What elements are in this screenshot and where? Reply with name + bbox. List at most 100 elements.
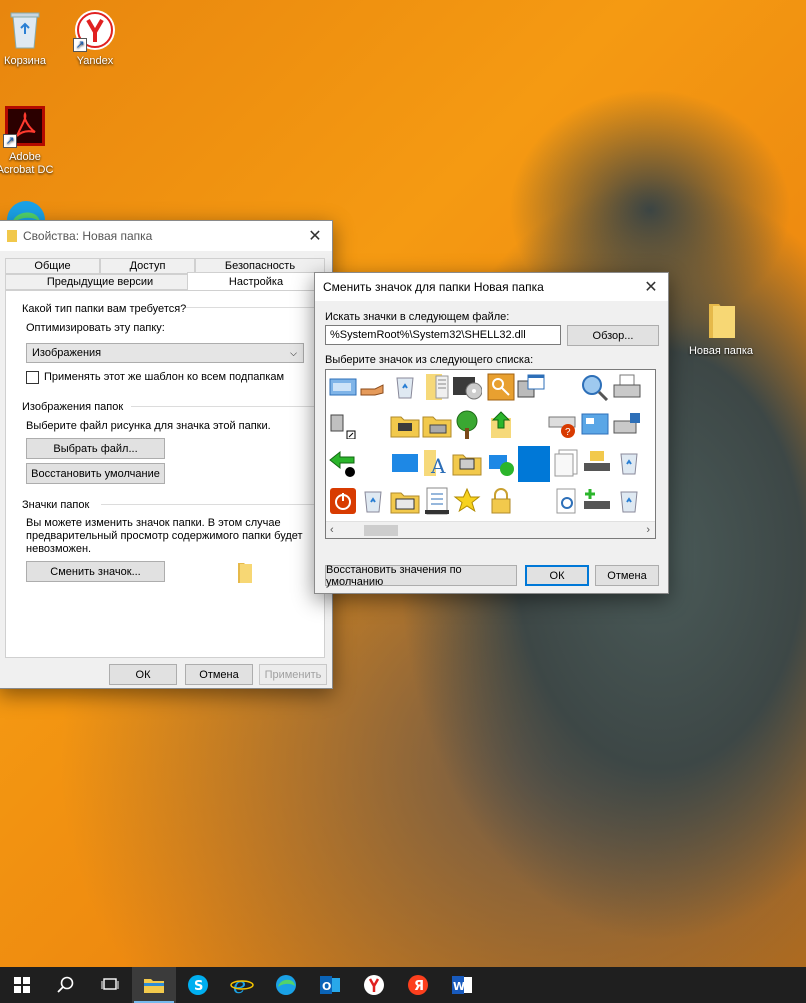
- apply-template-label: Применять этот же шаблон ко всем подпапк…: [44, 371, 285, 383]
- tab-customize[interactable]: Настройка: [187, 272, 325, 290]
- group-divider: [131, 406, 321, 407]
- browse-button[interactable]: Обзор...: [567, 325, 659, 346]
- computer-window-icon[interactable]: [516, 372, 546, 402]
- change-icon-button[interactable]: Сменить значок...: [26, 561, 165, 582]
- cd-drive-icon[interactable]: [452, 372, 482, 402]
- word-icon[interactable]: W: [440, 967, 484, 1003]
- svg-text:e: e: [233, 974, 246, 996]
- selected-icon-cell[interactable]: [518, 446, 550, 482]
- change-icon-title: Сменить значок для папки Новая папка: [323, 280, 544, 294]
- properties-apply-button[interactable]: Применить: [259, 664, 327, 685]
- close-icon[interactable]: ✕: [298, 221, 332, 251]
- internet-explorer-icon[interactable]: e: [220, 967, 264, 1003]
- svg-text:Я: Я: [414, 979, 424, 994]
- icons-note-line: невозможен.: [26, 543, 92, 555]
- desktop-icon-label: Новая папка: [688, 345, 754, 357]
- tree-icon[interactable]: [452, 410, 482, 440]
- desktop-icon-recycle-bin[interactable]: Корзина: [0, 8, 60, 67]
- change-icon-titlebar[interactable]: Сменить значок для папки Новая папка ✕: [315, 273, 668, 301]
- file-explorer-icon[interactable]: [132, 967, 176, 1003]
- document-grid-icon[interactable]: [422, 372, 452, 402]
- svg-text:?: ?: [565, 427, 571, 438]
- key-icon[interactable]: [486, 372, 516, 402]
- printer-icon[interactable]: [612, 372, 642, 402]
- apply-template-checkbox[interactable]: [26, 371, 39, 384]
- folder-preview-icon: [236, 561, 254, 586]
- change-icon-ok-button[interactable]: ОК: [525, 565, 589, 586]
- control-panel-icon[interactable]: [580, 410, 610, 440]
- folder-computer-icon[interactable]: [452, 448, 482, 478]
- taskbar: S e O Я W: [0, 967, 806, 1003]
- window-blue-icon[interactable]: [328, 372, 358, 402]
- svg-text:O: O: [322, 980, 331, 993]
- device-error-icon[interactable]: ?: [548, 410, 578, 440]
- outlook-icon[interactable]: O: [308, 967, 352, 1003]
- group-divider: [186, 307, 321, 308]
- customize-tab-panel: Какой тип папки вам требуется? Оптимизир…: [5, 290, 325, 658]
- yandex-icon[interactable]: Я: [396, 967, 440, 1003]
- icon-list-scrollbar[interactable]: ‹ ›: [326, 521, 655, 538]
- windows-logo-icon: [14, 977, 30, 993]
- folder-tools-icon[interactable]: [390, 410, 420, 440]
- recycle-bin-icon[interactable]: [390, 372, 420, 402]
- recycle-bin-icon[interactable]: [358, 486, 388, 516]
- start-button[interactable]: [0, 967, 44, 1003]
- desktop-icon-yandex[interactable]: ↗ Yandex: [60, 8, 130, 67]
- icon-list[interactable]: ? A ‹ ›: [325, 369, 656, 539]
- add-drive-icon[interactable]: [582, 486, 612, 516]
- adobe-acrobat-icon: ↗: [3, 104, 47, 148]
- star-icon[interactable]: [452, 486, 482, 516]
- properties-cancel-button[interactable]: Отмена: [185, 664, 253, 685]
- document-search-icon[interactable]: [552, 486, 582, 516]
- chevron-down-icon: ⌵: [290, 347, 297, 358]
- icon-list-label: Выберите значок из следующего списка:: [325, 354, 534, 366]
- chevron-right-icon[interactable]: ›: [646, 524, 650, 536]
- folder-printer-icon[interactable]: [422, 410, 452, 440]
- control-folder-icon[interactable]: [390, 486, 420, 516]
- desktop-blue-icon[interactable]: [390, 448, 420, 478]
- restore-defaults-button[interactable]: Восстановить значения по умолчанию: [325, 564, 517, 588]
- folder-type-question: Какой тип папки вам требуется?: [22, 303, 187, 315]
- tab-access[interactable]: Доступ: [100, 258, 195, 274]
- task-view-icon[interactable]: [88, 967, 132, 1003]
- yandex-browser-icon[interactable]: [352, 967, 396, 1003]
- drive-folder-icon[interactable]: [582, 448, 612, 478]
- lock-icon[interactable]: [486, 486, 516, 516]
- hand-share-icon[interactable]: [358, 372, 388, 402]
- desktop-icon-acrobat[interactable]: ↗ Adobe Acrobat DC: [0, 104, 60, 177]
- search-file-label: Искать значки в следующем файле:: [325, 311, 510, 323]
- recycle-bin-icon[interactable]: [614, 448, 644, 478]
- printer-save-icon[interactable]: [612, 410, 642, 440]
- search-magnifier-icon[interactable]: [580, 372, 610, 402]
- desktop-icon-new-folder[interactable]: Новая папка: [684, 298, 758, 357]
- documents-stack-icon[interactable]: [552, 448, 582, 478]
- edge-icon[interactable]: [264, 967, 308, 1003]
- file-path-value: %SystemRoot%\System32\SHELL32.dll: [330, 329, 526, 341]
- properties-ok-button[interactable]: ОК: [109, 664, 177, 685]
- restore-default-button[interactable]: Восстановить умолчание: [26, 463, 165, 484]
- tab-general[interactable]: Общие: [5, 258, 100, 274]
- recycle-bin-icon[interactable]: [614, 486, 644, 516]
- yandex-browser-icon: ↗: [73, 8, 117, 52]
- tab-previous-versions[interactable]: Предыдущие версии: [5, 274, 195, 290]
- scrollbar-thumb[interactable]: [364, 525, 398, 536]
- optimize-select[interactable]: Изображения ⌵: [26, 343, 304, 363]
- checklist-icon[interactable]: [422, 486, 452, 516]
- power-icon[interactable]: [328, 486, 358, 516]
- search-icon[interactable]: [44, 967, 88, 1003]
- upload-document-icon[interactable]: [486, 410, 516, 440]
- desktop-icon-label: Корзина: [4, 55, 46, 67]
- chevron-left-icon[interactable]: ‹: [330, 524, 334, 536]
- close-icon[interactable]: ✕: [634, 273, 668, 301]
- properties-window: Свойства: Новая папка ✕ Общие Доступ Без…: [0, 220, 333, 689]
- choose-file-button[interactable]: Выбрать файл...: [26, 438, 165, 459]
- network-arrow-icon[interactable]: [328, 448, 358, 478]
- file-path-input[interactable]: %SystemRoot%\System32\SHELL32.dll: [325, 325, 561, 345]
- sync-icon[interactable]: [486, 448, 516, 478]
- properties-titlebar[interactable]: Свойства: Новая папка ✕: [0, 221, 332, 251]
- skype-icon[interactable]: S: [176, 967, 220, 1003]
- change-icon-cancel-button[interactable]: Отмена: [595, 565, 659, 586]
- font-icon[interactable]: A: [422, 448, 452, 478]
- desktop-icon-label: Yandex: [76, 55, 114, 67]
- media-player-icon[interactable]: [328, 410, 358, 440]
